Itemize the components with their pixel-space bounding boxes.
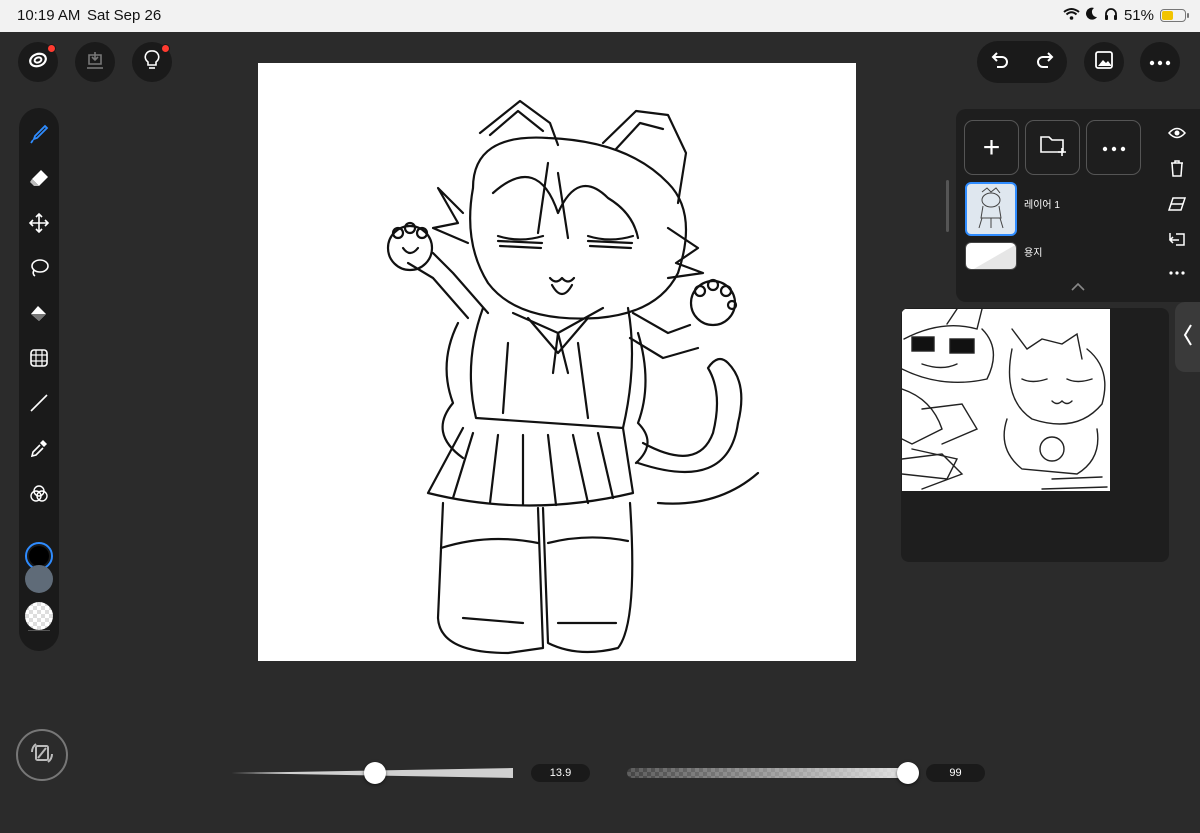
eraser-tool[interactable] xyxy=(27,168,51,192)
eraser-icon xyxy=(28,167,50,194)
add-folder-button[interactable] xyxy=(1025,120,1080,175)
toolbar-divider xyxy=(28,630,50,631)
size-slider-knob[interactable] xyxy=(363,762,386,784)
status-bar: 10:19 AM Sat Sep 26 51% xyxy=(0,0,1200,32)
more-icon xyxy=(1149,53,1171,71)
transparent-color-swatch[interactable] xyxy=(25,602,53,630)
download-icon xyxy=(84,49,106,76)
merge-down-icon xyxy=(1168,231,1186,252)
more-menu-button[interactable] xyxy=(1140,42,1180,82)
lasso-icon xyxy=(28,257,50,284)
app-menu-button[interactable] xyxy=(18,42,58,82)
move-icon xyxy=(28,212,50,239)
drawing-canvas[interactable] xyxy=(258,63,856,661)
reference-image xyxy=(901,308,1110,491)
lightbulb-icon xyxy=(141,49,163,76)
brush-tool[interactable] xyxy=(27,124,51,148)
layer-name: 레이어 1 xyxy=(1024,200,1060,211)
layer-thumbnail xyxy=(965,242,1017,270)
line-icon xyxy=(28,392,50,419)
flip-canvas-icon xyxy=(27,738,57,773)
wifi-icon xyxy=(1063,7,1080,24)
plus-icon: + xyxy=(982,130,1001,164)
layer-thumbnail xyxy=(965,182,1017,236)
layer-visibility-button[interactable] xyxy=(1165,123,1189,147)
undo-icon[interactable] xyxy=(989,49,1011,76)
app-logo-icon xyxy=(27,49,49,76)
headphones-icon xyxy=(1104,7,1118,24)
reference-panel[interactable] xyxy=(901,308,1169,562)
notification-badge xyxy=(161,44,170,53)
notification-badge xyxy=(47,44,56,53)
eyedropper-tool[interactable] xyxy=(27,438,51,462)
lasso-tool[interactable] xyxy=(27,258,51,282)
status-time: 10:19 AM xyxy=(17,7,81,24)
line-tool[interactable] xyxy=(27,393,51,417)
clear-layer-button[interactable] xyxy=(1165,194,1189,218)
merge-down-button[interactable] xyxy=(1165,229,1189,253)
brush-size-value[interactable]: 13.9 xyxy=(531,764,590,782)
opacity-slider-track xyxy=(627,768,911,778)
opacity-value[interactable]: 99 xyxy=(926,764,985,782)
download-button[interactable] xyxy=(75,42,115,82)
layer-options-button[interactable] xyxy=(1086,120,1141,175)
more-icon xyxy=(1102,139,1126,157)
transform-tool[interactable] xyxy=(27,348,51,372)
layer-name: 용지 xyxy=(1024,248,1043,259)
sketch-artwork xyxy=(386,99,760,655)
chevron-up-icon[interactable] xyxy=(1070,279,1086,297)
quick-flip-button[interactable] xyxy=(16,729,68,781)
fill-icon xyxy=(28,303,50,330)
eraser-layer-icon xyxy=(1167,196,1187,217)
more-icon xyxy=(1169,266,1185,276)
add-layer-button[interactable]: + xyxy=(964,120,1019,175)
layer-scrollbar[interactable] xyxy=(946,180,949,232)
status-date: Sat Sep 26 xyxy=(87,7,162,24)
battery-percent: 51% xyxy=(1123,7,1154,24)
move-tool[interactable] xyxy=(27,212,51,239)
image-icon xyxy=(1093,49,1115,76)
eyedropper-icon xyxy=(28,437,50,464)
trash-icon xyxy=(1169,159,1185,182)
battery-icon xyxy=(1160,9,1189,22)
color-blend-tool[interactable] xyxy=(27,484,51,508)
transform-grid-icon xyxy=(28,347,50,374)
tool-bar xyxy=(19,108,59,651)
reference-panel-toggle[interactable] xyxy=(1175,302,1200,372)
color-blend-icon xyxy=(28,483,50,510)
status-icons: 51% xyxy=(1063,7,1189,24)
layer-panel: + 레이어 1 용지 xyxy=(956,109,1200,302)
more-layer-actions-button[interactable] xyxy=(1165,266,1189,276)
redo-icon[interactable] xyxy=(1034,49,1056,76)
brush-icon xyxy=(28,123,50,150)
tips-button[interactable] xyxy=(132,42,172,82)
eye-icon xyxy=(1167,126,1187,144)
delete-layer-button[interactable] xyxy=(1165,158,1189,182)
fill-tool[interactable] xyxy=(27,304,51,328)
undo-redo-group xyxy=(977,41,1067,83)
moon-icon xyxy=(1085,7,1098,24)
gallery-button[interactable] xyxy=(1084,42,1124,82)
secondary-color-swatch[interactable] xyxy=(25,565,53,593)
folder-add-icon xyxy=(1038,132,1068,163)
chevron-left-icon xyxy=(1183,323,1193,352)
opacity-slider-knob[interactable] xyxy=(897,762,920,784)
